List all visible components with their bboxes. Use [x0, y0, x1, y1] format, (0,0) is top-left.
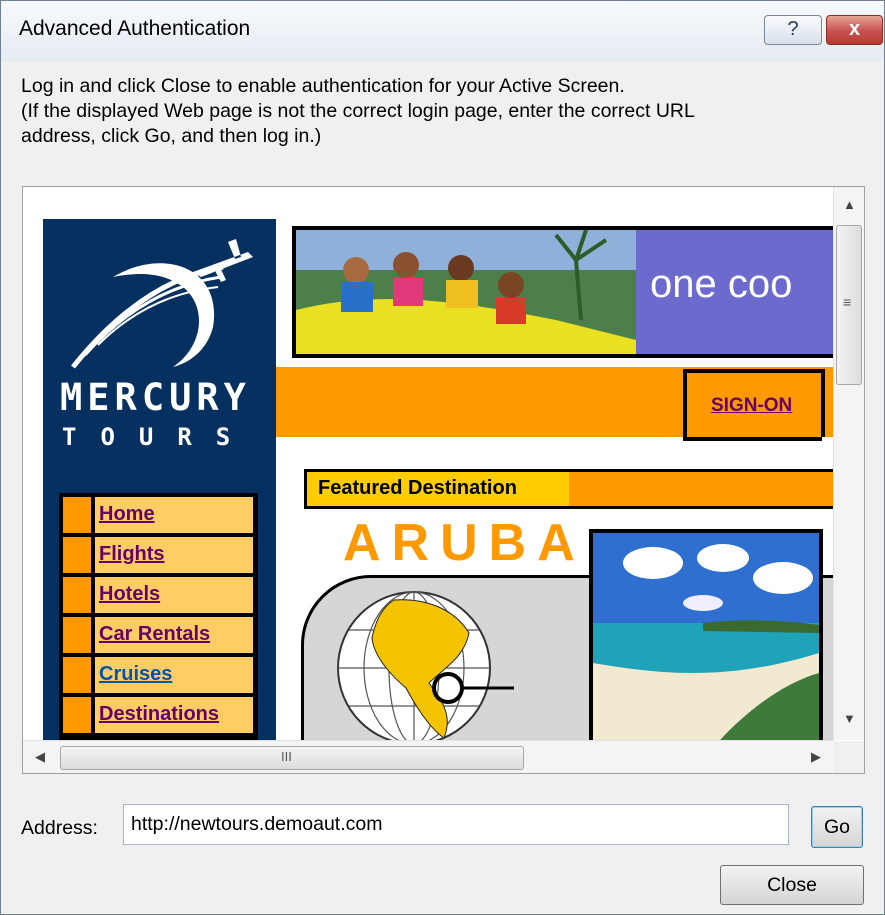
sign-on-link[interactable]: SIGN-ON — [711, 395, 792, 417]
address-label: Address: — [21, 817, 98, 839]
nav-item-cruises[interactable]: Cruises — [63, 657, 253, 693]
nav-link-home[interactable]: Home — [99, 503, 155, 526]
nav-label-bg: Car Rentals — [95, 617, 253, 653]
nav-label-bg: Hotels — [95, 577, 253, 613]
window-title: Advanced Authentication — [19, 17, 251, 40]
signon-box: SIGN-ON — [683, 369, 822, 441]
nav-link-destinations[interactable]: Destinations — [99, 703, 219, 726]
logo-wordmark: MERCURY — [60, 376, 251, 419]
scrollbar-corner — [834, 741, 864, 773]
featured-header-bar — [569, 469, 833, 509]
grip-icon: III — [281, 749, 292, 764]
help-button[interactable]: ? — [764, 15, 822, 45]
hero-banner: one coo — [292, 226, 833, 358]
hero-photo-icon — [296, 230, 636, 354]
nav-link-flights[interactable]: Flights — [99, 543, 165, 566]
instructions-text: Log in and click Close to enable authent… — [21, 74, 871, 149]
scroll-left-arrow-icon[interactable]: ◀ — [35, 749, 45, 765]
featured-destination-name: ARUBA — [343, 514, 586, 572]
scroll-right-arrow-icon[interactable]: ▶ — [811, 749, 821, 765]
nav-link-hotels[interactable]: Hotels — [99, 583, 160, 606]
grip-icon: ≡ — [843, 294, 852, 310]
advanced-authentication-dialog: Advanced Authentication ? x Log in and c… — [0, 0, 885, 915]
vertical-scroll-thumb[interactable]: ≡ — [836, 225, 862, 385]
nav-item-flights[interactable]: Flights — [63, 537, 253, 573]
nav-label-bg: Destinations — [95, 697, 253, 733]
site-left-column: MERCURY TOURS Home Flights Hotels Car Re… — [43, 219, 276, 740]
horizontal-scrollbar[interactable]: ◀ III ▶ — [23, 740, 834, 773]
close-window-button[interactable]: x — [826, 15, 883, 45]
logo-subtitle: TOURS — [62, 423, 255, 451]
nav-item-hotels[interactable]: Hotels — [63, 577, 253, 613]
address-input[interactable] — [123, 804, 789, 845]
nav-bullet — [63, 577, 91, 613]
nav-bullet — [63, 497, 91, 533]
featured-destination-header: Featured Destination — [304, 469, 572, 509]
nav-label-bg: Cruises — [95, 657, 253, 693]
mercury-tours-logo-icon — [71, 239, 253, 369]
nav-bullet — [63, 697, 91, 733]
title-bar[interactable]: Advanced Authentication ? x — [1, 1, 884, 61]
nav-bullet — [63, 537, 91, 573]
signon-bar: SIGN-ON — [276, 367, 833, 441]
instructions-line-3: address, click Go, and then log in.) — [21, 125, 322, 147]
nav-bullet — [63, 657, 91, 693]
beach-photo-icon — [593, 533, 819, 740]
web-page-viewer[interactable]: MERCURY TOURS Home Flights Hotels Car Re… — [22, 186, 865, 774]
nav-bullet — [63, 617, 91, 653]
go-button[interactable]: Go — [811, 806, 863, 848]
instructions-line-2: (If the displayed Web page is not the co… — [21, 100, 695, 122]
nav-link-car-rentals[interactable]: Car Rentals — [99, 623, 210, 646]
nav-link-cruises[interactable]: Cruises — [99, 663, 172, 686]
nav-label-bg: Flights — [95, 537, 253, 573]
globe-icon — [337, 591, 514, 740]
featured-destination-label: Featured Destination — [318, 477, 517, 499]
divider — [821, 369, 825, 437]
nav-item-home[interactable]: Home — [63, 497, 253, 533]
nav-item-destinations[interactable]: Destinations — [63, 697, 253, 733]
scroll-down-arrow-icon[interactable]: ▼ — [843, 711, 856, 726]
aruba-beach-photo — [589, 529, 823, 740]
vertical-scrollbar[interactable]: ▲ ≡ ▼ — [833, 187, 864, 740]
instructions-line-1: Log in and click Close to enable authent… — [21, 75, 625, 97]
hero-tagline: one coo — [650, 262, 793, 306]
scroll-up-arrow-icon[interactable]: ▲ — [843, 197, 856, 212]
mercury-tours-page: MERCURY TOURS Home Flights Hotels Car Re… — [43, 219, 833, 740]
nav-item-car-rentals[interactable]: Car Rentals — [63, 617, 253, 653]
close-button[interactable]: Close — [720, 865, 864, 905]
nav-label-bg: Home — [95, 497, 253, 533]
site-nav-menu: Home Flights Hotels Car Rentals Cruises … — [59, 493, 258, 740]
horizontal-scroll-thumb[interactable]: III — [60, 746, 524, 770]
